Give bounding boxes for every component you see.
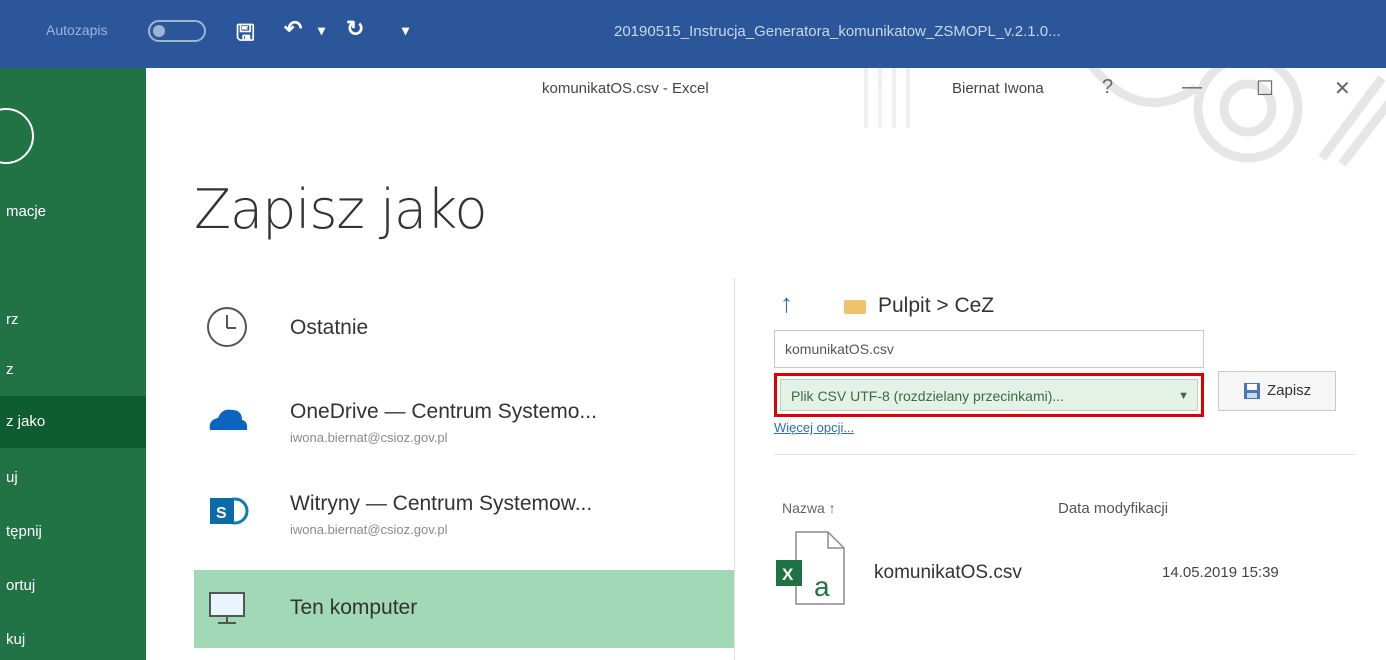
location-label: Witryny — Centrum Systemow...	[290, 492, 593, 515]
location-label: Ten komputer	[290, 596, 418, 619]
undo-icon[interactable]: ↶	[284, 16, 302, 42]
account-name[interactable]: Biernat Iwona	[952, 80, 1044, 97]
location-recent[interactable]: Ostatnie	[194, 290, 734, 368]
word-title-bar: Autozapis 🖫 ↶ ▾ ↻ ▾ 20190515_Instrucja_G…	[0, 0, 1386, 68]
column-header-date[interactable]: Data modyfikacji	[1058, 500, 1168, 517]
nav-item-save-as[interactable]: z jako	[0, 396, 146, 448]
nav-item-print[interactable]: uj	[0, 452, 146, 504]
chevron-down-icon: ▼	[1178, 390, 1189, 402]
backstage-nav: macje rz z z jako uj tępnij ortuj kuj	[0, 68, 146, 660]
location-sharepoint[interactable]: S Witryny — Centrum Systemow... iwona.bi…	[194, 474, 734, 552]
autosave-toggle[interactable]	[148, 20, 206, 42]
excel-document-title: komunikatOS.csv - Excel	[542, 80, 709, 97]
undo-dropdown-icon[interactable]: ▾	[318, 22, 325, 39]
word-document-title: 20190515_Instrucja_Generatora_komunikato…	[614, 23, 1061, 40]
column-header-name[interactable]: Nazwa ↑	[782, 500, 836, 516]
nav-item-info[interactable]: macje	[0, 186, 146, 238]
up-folder-icon[interactable]: ↑	[780, 288, 793, 319]
file-name: komunikatOS.csv	[874, 562, 1022, 583]
file-type-field: Plik CSV UTF-8 (rozdzielany przecinkami)…	[780, 379, 1198, 411]
file-list-item[interactable]: X a komunikatOS.csv 14.05.2019 15:39	[774, 530, 1358, 606]
location-label: OneDrive — Centrum Systemo...	[290, 400, 597, 423]
nav-item-publish[interactable]: kuj	[0, 614, 146, 660]
location-account: iwona.biernat@csioz.gov.pl	[290, 430, 448, 445]
restore-icon[interactable]: ☐	[1256, 76, 1274, 101]
nav-item-share[interactable]: tępnij	[0, 506, 146, 558]
location-label: Ostatnie	[290, 316, 369, 339]
panel-divider	[734, 278, 735, 660]
autosave-label: Autozapis	[46, 22, 108, 38]
save-button-label: Zapisz	[1267, 382, 1312, 399]
back-arrow-icon[interactable]	[0, 108, 34, 164]
clock-icon	[207, 307, 247, 347]
file-modified-date: 14.05.2019 15:39	[1162, 564, 1279, 581]
list-separator	[774, 454, 1356, 455]
svg-text:a: a	[814, 571, 830, 602]
more-options-link[interactable]: Więcej opcji...	[774, 420, 854, 435]
svg-text:S: S	[216, 505, 227, 522]
nav-item-open[interactable]: rz	[0, 294, 146, 346]
backstage-content: komunikatOS.csv - Excel Biernat Iwona ? …	[146, 68, 1386, 660]
nav-item-save[interactable]: z	[0, 344, 146, 396]
file-type-dropdown[interactable]: Plik CSV UTF-8 (rozdzielany przecinkami)…	[774, 373, 1204, 417]
help-icon[interactable]: ?	[1102, 76, 1113, 99]
customize-qat-icon[interactable]: ▾	[402, 22, 409, 39]
location-this-pc[interactable]: Ten komputer	[194, 570, 734, 648]
save-disk-icon	[1244, 383, 1260, 399]
page-title: Zapisz jako	[194, 178, 487, 241]
filename-input[interactable]	[774, 330, 1204, 368]
folder-icon	[844, 300, 866, 314]
breadcrumb-path[interactable]: Pulpit > CeZ	[878, 294, 994, 318]
sharepoint-icon: S	[210, 497, 249, 525]
file-type-value: Plik CSV UTF-8 (rozdzielany przecinkami)…	[791, 388, 1065, 404]
computer-icon	[209, 592, 245, 624]
close-icon[interactable]: ✕	[1334, 76, 1351, 101]
location-onedrive[interactable]: OneDrive — Centrum Systemo... iwona.bier…	[194, 382, 734, 460]
svg-text:X: X	[782, 565, 794, 584]
minimize-icon[interactable]: —	[1182, 76, 1202, 99]
onedrive-cloud-icon	[209, 409, 248, 430]
save-button[interactable]: Zapisz	[1218, 371, 1336, 411]
toggle-knob	[153, 25, 165, 37]
excel-csv-file-icon: X a	[776, 531, 845, 605]
redo-icon[interactable]: ↻	[346, 16, 364, 42]
excel-title-bar: komunikatOS.csv - Excel Biernat Iwona ? …	[146, 68, 1386, 128]
save-icon[interactable]: 🖫	[236, 16, 255, 54]
location-account: iwona.biernat@csioz.gov.pl	[290, 522, 448, 537]
screenshot-frame: Autozapis 🖫 ↶ ▾ ↻ ▾ 20190515_Instrucja_G…	[0, 0, 1386, 660]
nav-item-export[interactable]: ortuj	[0, 560, 146, 612]
